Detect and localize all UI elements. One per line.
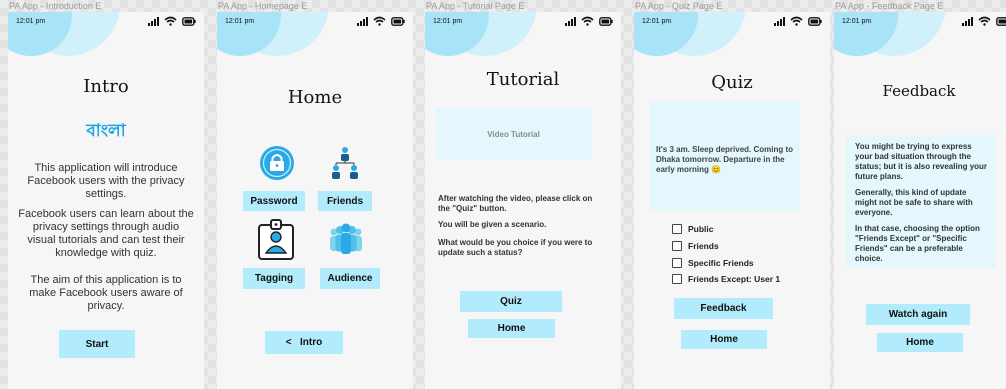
checkbox[interactable] bbox=[672, 274, 682, 284]
status-icons bbox=[962, 16, 1006, 26]
wifi-icon bbox=[790, 16, 803, 26]
scenario-text: It's 3 am. Sleep deprived. Coming to Dha… bbox=[656, 145, 794, 174]
intro-paragraph-1: This application will introduce Facebook… bbox=[27, 162, 185, 200]
page-title: Feedback bbox=[882, 82, 956, 100]
audience-button[interactable]: Audience bbox=[320, 268, 380, 289]
frame-feedback: PA App - Feedback Page E 12:01 pm Feedba… bbox=[834, 0, 1006, 389]
home-button[interactable]: Home bbox=[681, 330, 767, 349]
status-time: 12:01 pm bbox=[433, 18, 463, 25]
battery-icon bbox=[599, 16, 613, 26]
wifi-icon bbox=[581, 16, 594, 26]
signal-icon bbox=[565, 16, 576, 26]
battery-icon bbox=[996, 16, 1006, 26]
option-label: Public bbox=[688, 224, 714, 234]
start-button[interactable]: Start bbox=[59, 330, 135, 358]
password-button[interactable]: Password bbox=[243, 191, 305, 211]
language-toggle-bangla[interactable]: বাংলা bbox=[8, 118, 204, 146]
screen: 12:01 pm Quiz It's 3 am. Sleep deprived.… bbox=[634, 12, 830, 389]
status-time: 12:01 pm bbox=[16, 18, 46, 25]
signal-icon bbox=[148, 16, 159, 26]
video-tutorial-player[interactable]: Video Tutorial bbox=[436, 108, 591, 160]
status-time: 12:01 pm bbox=[842, 18, 872, 25]
tutorial-instruction-3: What would be you choice if you were to … bbox=[438, 238, 593, 257]
screen: 12:01 pm Intro বাংলা This application wi… bbox=[8, 12, 204, 389]
feedback-paragraph-3: In that case, choosing the option "Frien… bbox=[855, 224, 980, 263]
option-specific-friends[interactable]: Specific Friends bbox=[672, 258, 754, 268]
page-title: Home bbox=[287, 87, 343, 108]
watch-again-button[interactable]: Watch again bbox=[866, 304, 970, 325]
status-time: 12:01 pm bbox=[642, 18, 672, 25]
status-icons bbox=[565, 16, 613, 26]
page-title: Tutorial bbox=[486, 69, 560, 90]
back-to-intro-button[interactable]: < Intro bbox=[265, 331, 343, 354]
status-icons bbox=[148, 16, 196, 26]
scenario-box: It's 3 am. Sleep deprived. Coming to Dha… bbox=[650, 102, 800, 210]
wifi-icon bbox=[978, 16, 991, 26]
page-title: Intro bbox=[83, 76, 129, 97]
wifi-icon bbox=[164, 16, 177, 26]
battery-icon bbox=[808, 16, 822, 26]
group-icon[interactable] bbox=[327, 223, 365, 262]
option-label: Friends Except: User 1 bbox=[688, 274, 781, 284]
screen: 12:01 pm Tutorial Video Tutorial After w… bbox=[425, 12, 621, 389]
video-tutorial-label: Video Tutorial bbox=[487, 129, 540, 139]
option-friends[interactable]: Friends bbox=[672, 241, 719, 251]
feedback-paragraph-2: Generally, this kind of update might not… bbox=[855, 188, 973, 217]
home-button[interactable]: Home bbox=[877, 333, 963, 352]
id-badge-icon[interactable] bbox=[257, 219, 295, 266]
page-title: Quiz bbox=[711, 72, 753, 93]
home-button[interactable]: Home bbox=[468, 319, 555, 338]
tutorial-instruction-1: After watching the video, please click o… bbox=[438, 194, 593, 213]
checkbox[interactable] bbox=[672, 258, 682, 268]
wifi-icon bbox=[373, 16, 386, 26]
battery-icon bbox=[182, 16, 196, 26]
frame-quiz: PA App - Quiz Page E 12:01 pm Quiz It's … bbox=[634, 0, 830, 389]
intro-paragraph-2: Facebook users can learn about the priva… bbox=[18, 208, 194, 259]
option-friends-except[interactable]: Friends Except: User 1 bbox=[672, 274, 780, 284]
tutorial-instruction-2: You will be given a scenario. bbox=[438, 220, 547, 229]
tagging-button[interactable]: Tagging bbox=[243, 268, 305, 289]
feedback-box: You might be trying to express your bad … bbox=[846, 135, 996, 268]
quiz-button[interactable]: Quiz bbox=[460, 291, 562, 312]
screen: 12:01 pm Feedback You might be trying to… bbox=[834, 12, 1006, 389]
frame-intro: PA App - Introduction E 12:01 pm Intro ব… bbox=[8, 0, 204, 389]
option-label: Friends bbox=[688, 241, 719, 251]
people-hierarchy-icon[interactable] bbox=[328, 145, 362, 184]
status-icons bbox=[774, 16, 822, 26]
feedback-button[interactable]: Feedback bbox=[674, 298, 773, 319]
battery-icon bbox=[391, 16, 405, 26]
status-time: 12:01 pm bbox=[225, 18, 255, 25]
checkbox[interactable] bbox=[672, 241, 682, 251]
intro-paragraph-3: The aim of this application is to make F… bbox=[29, 274, 183, 312]
checkbox[interactable] bbox=[672, 224, 682, 234]
frame-tutorial: PA App - Tutorial Page E 12:01 pm Tutori… bbox=[425, 0, 621, 389]
screen: 12:01 pm Home Password Friends Tagging A… bbox=[217, 12, 413, 389]
frame-label: PA App - Feedback Page E bbox=[835, 1, 944, 11]
frame-home: PA App - Homepage E 12:01 pm Home Passwo… bbox=[217, 0, 413, 389]
option-label: Specific Friends bbox=[688, 258, 754, 268]
signal-icon bbox=[962, 16, 973, 26]
frame-label: PA App - Tutorial Page E bbox=[426, 1, 525, 11]
lock-icon[interactable] bbox=[259, 145, 295, 186]
frame-label: PA App - Homepage E bbox=[218, 1, 308, 11]
friends-button[interactable]: Friends bbox=[318, 191, 372, 211]
frame-label: PA App - Quiz Page E bbox=[635, 1, 723, 11]
frame-label: PA App - Introduction E bbox=[9, 1, 102, 11]
status-icons bbox=[357, 16, 405, 26]
signal-icon bbox=[774, 16, 785, 26]
feedback-paragraph-1: You might be trying to express your bad … bbox=[855, 142, 988, 181]
option-public[interactable]: Public bbox=[672, 224, 714, 234]
signal-icon bbox=[357, 16, 368, 26]
